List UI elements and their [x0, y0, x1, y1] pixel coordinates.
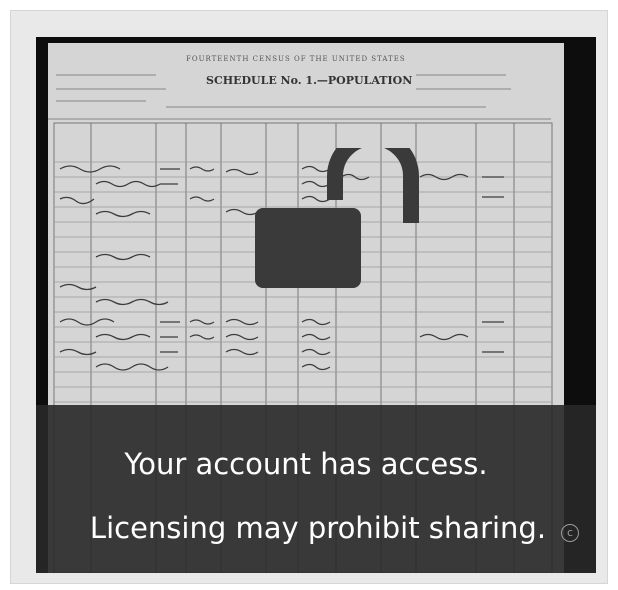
licensing-message: Licensing may prohibit sharing.	[89, 511, 547, 545]
access-notice-banner: Your account has access. Licensing may p…	[36, 405, 596, 573]
form-title: SCHEDULE No. 1.—POPULATION	[206, 74, 412, 87]
access-message: Your account has access.	[124, 447, 488, 481]
copyright-icon: c	[561, 524, 579, 542]
census-record-thumbnail[interactable]: FOURTEENTH CENSUS OF THE UNITED STATES S…	[36, 37, 596, 573]
form-heading: FOURTEENTH CENSUS OF THE UNITED STATES	[186, 55, 406, 63]
unlocked-padlock-icon	[255, 130, 425, 288]
